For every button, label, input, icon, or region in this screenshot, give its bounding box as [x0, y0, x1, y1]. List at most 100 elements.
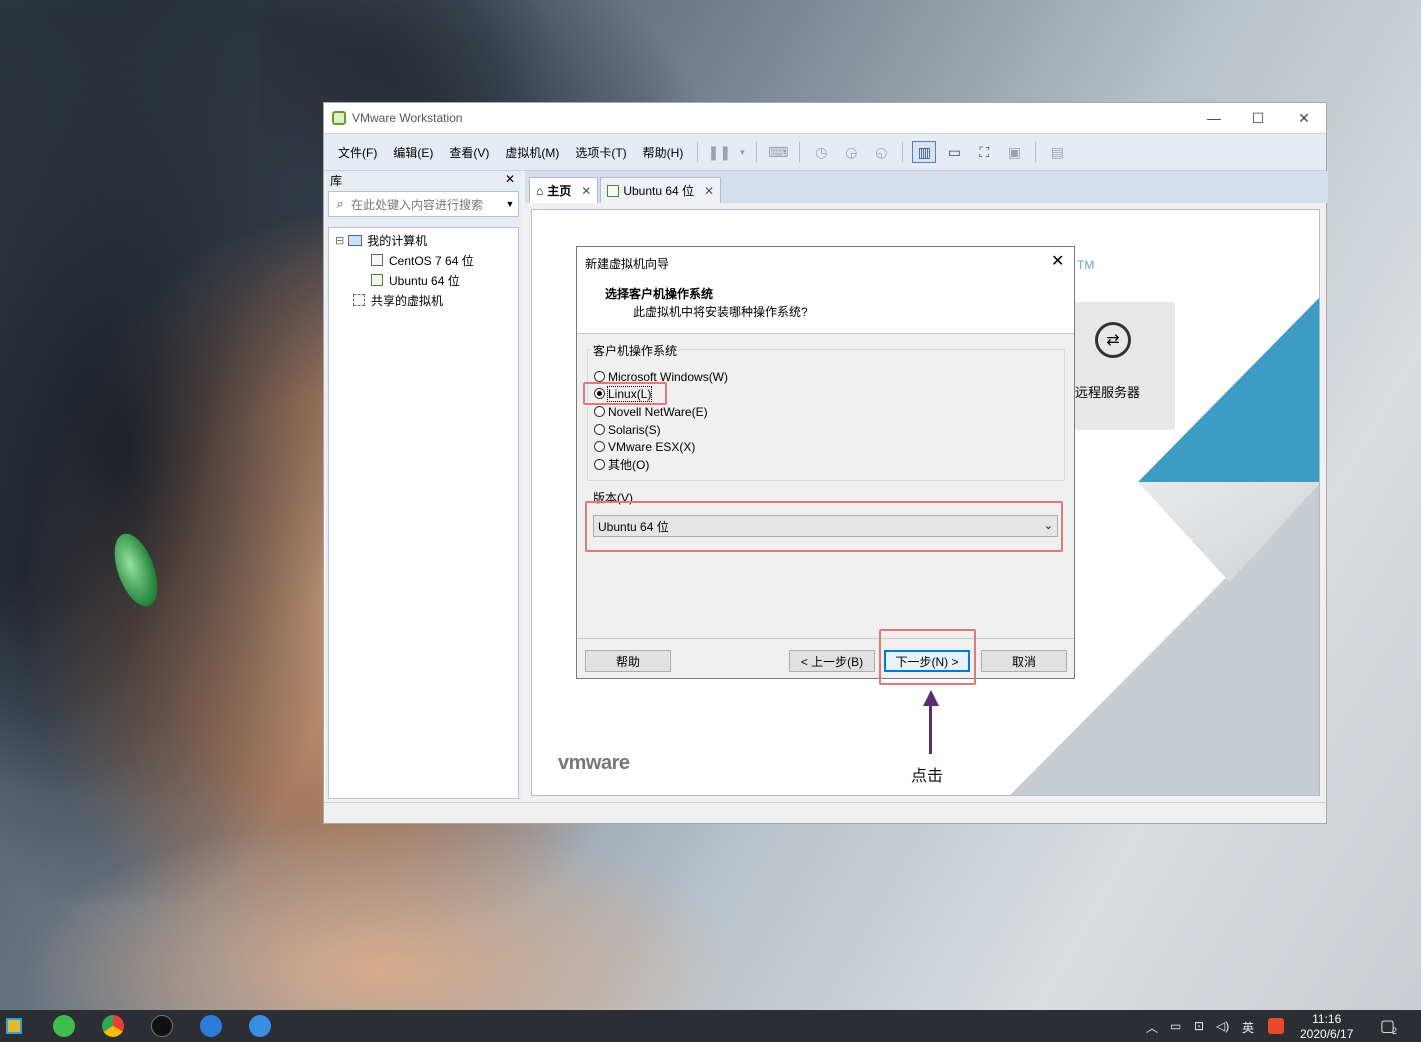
wizard-header: 新建虚拟机向导 ✕ 选择客户机操作系统 此虚拟机中将安装哪种操作系统? — [577, 247, 1074, 334]
close-button[interactable]: ✕ — [1282, 103, 1326, 133]
radio-esx[interactable]: VMware ESX(X) — [594, 438, 695, 455]
search-icon: ⌕ — [336, 196, 344, 211]
tree-item-my-computer[interactable]: ⊟ 我的计算机 — [329, 230, 518, 250]
highlight-version — [585, 501, 1063, 552]
computer-icon — [348, 234, 363, 246]
cancel-button[interactable]: 取消 — [981, 650, 1067, 672]
tab-close-icon[interactable]: ✕ — [581, 184, 591, 198]
pause-icon[interactable]: ❚❚ — [707, 141, 731, 163]
radio-label: VMware ESX(X) — [608, 439, 696, 454]
tab-home[interactable]: ⌂ 主页 ✕ — [529, 177, 599, 203]
vm-icon — [371, 254, 383, 266]
radio-solaris[interactable]: Solaris(S) — [594, 421, 661, 438]
feishu-icon[interactable] — [249, 1015, 271, 1037]
highlight-linux — [583, 382, 667, 405]
trademark: TM — [1077, 258, 1095, 272]
tab-close-icon[interactable]: ✕ — [704, 184, 714, 198]
library-header: 库 ✕ — [326, 171, 521, 189]
library-close-icon[interactable]: ✕ — [505, 172, 515, 186]
send-keys-icon[interactable]: ⌨ — [766, 141, 790, 163]
menu-help[interactable]: 帮助(H) — [635, 144, 692, 161]
menu-vm[interactable]: 虚拟机(M) — [497, 144, 567, 161]
collapse-icon[interactable]: ⊟ — [335, 234, 344, 247]
tree-item-ubuntu[interactable]: Ubuntu 64 位 — [329, 270, 518, 290]
minimize-button[interactable]: — — [1192, 103, 1236, 133]
tab-label: 主页 — [547, 184, 572, 198]
network-icon[interactable]: ⊡ — [1194, 1019, 1204, 1033]
wallpaper-shoulder — [0, 820, 1000, 1020]
vmware-logo: vmware — [558, 752, 630, 774]
wechat-icon[interactable] — [53, 1015, 75, 1037]
radio-button[interactable] — [594, 406, 605, 417]
toolbar-separator — [756, 142, 758, 162]
tree-item-shared[interactable]: 共享的虚拟机 — [329, 290, 518, 310]
library-search[interactable]: ⌕ 在此处键入内容进行搜索 ▼ — [328, 191, 519, 217]
window-title: VMware Workstation — [352, 111, 463, 125]
toolbar-separator — [799, 142, 801, 162]
menu-tabs[interactable]: 选项卡(T) — [567, 144, 634, 161]
taskbar: ︿ ▭ ⊡ ◁) 英 11:16 2020/6/17 ▢ 2 — [0, 1010, 1421, 1042]
remote-server-label: 远程服务器 — [1075, 385, 1141, 400]
toolbar-separator — [902, 142, 904, 162]
radio-netware[interactable]: Novell NetWare(E) — [594, 403, 708, 420]
start-icon[interactable] — [6, 1018, 22, 1034]
volume-icon[interactable]: ◁) — [1216, 1019, 1229, 1033]
clock[interactable]: 11:16 2020/6/17 — [1300, 1012, 1353, 1042]
radio-button[interactable] — [594, 459, 605, 470]
home-icon: ⌂ — [536, 183, 544, 198]
library-tree: ⊟ 我的计算机 CentOS 7 64 位 Ubuntu 64 位 共享的虚拟机 — [328, 227, 519, 799]
toolbar-separator — [697, 142, 699, 162]
radio-label: 其他(O) — [608, 458, 650, 472]
maximize-button[interactable]: ☐ — [1236, 103, 1280, 133]
remote-server-icon: ⇄ — [1095, 322, 1131, 358]
wizard-button-bar: 帮助 < 上一步(B) 下一步(N) > 取消 — [577, 638, 1074, 679]
wizard-subheading: 此虚拟机中将安装哪种操作系统? — [633, 305, 808, 319]
tree-label: 我的计算机 — [367, 233, 428, 248]
arrow-shaft — [929, 704, 932, 754]
radio-label: Novell NetWare(E) — [608, 404, 708, 419]
console-view-icon[interactable]: ▤ — [1045, 141, 1069, 163]
guest-os-group-label: 客户机操作系统 — [591, 342, 680, 359]
battery-icon[interactable]: ▭ — [1170, 1019, 1181, 1033]
radio-button[interactable] — [594, 441, 605, 452]
chevron-up-icon[interactable]: ︿ — [1146, 1019, 1158, 1036]
search-dropdown-icon[interactable]: ▼ — [502, 199, 518, 209]
wizard-heading: 选择客户机操作系统 — [605, 287, 714, 301]
tree-item-centos[interactable]: CentOS 7 64 位 — [329, 250, 518, 270]
snapshot-manager-icon[interactable]: ◵ — [869, 141, 893, 163]
back-button[interactable]: < 上一步(B) — [789, 650, 875, 672]
help-button[interactable]: 帮助 — [585, 650, 671, 672]
wizard-close-icon[interactable]: ✕ — [1051, 251, 1064, 271]
chrome-icon[interactable] — [102, 1015, 124, 1037]
pause-dropdown-icon[interactable]: ▼ — [737, 141, 747, 163]
status-bar — [324, 802, 1326, 823]
radio-other[interactable]: 其他(O) — [594, 456, 649, 473]
menu-edit[interactable]: 编辑(E) — [385, 144, 441, 161]
show-library-icon[interactable]: ▥ — [912, 141, 937, 163]
revert-snapshot-icon[interactable]: ◶ — [839, 141, 863, 163]
sogou-browser-icon[interactable] — [200, 1015, 222, 1037]
highlight-next — [879, 629, 976, 685]
vm-running-icon — [607, 184, 620, 197]
thumbnail-bar-icon[interactable]: ▭ — [942, 141, 966, 163]
title-bar: VMware Workstation — ☐ ✕ — [324, 103, 1326, 133]
radio-button[interactable] — [594, 371, 605, 382]
library-title: 库 — [330, 173, 343, 188]
app-icon[interactable] — [151, 1015, 173, 1037]
sogou-input-icon[interactable] — [1268, 1018, 1284, 1034]
menu-view[interactable]: 查看(V) — [441, 144, 497, 161]
unity-icon[interactable]: ▣ — [1002, 141, 1026, 163]
radio-button[interactable] — [594, 424, 605, 435]
click-annotation: 点击 — [911, 768, 944, 785]
tab-ubuntu[interactable]: Ubuntu 64 位 ✕ — [600, 177, 722, 203]
decor-triangle-blue — [1138, 296, 1319, 482]
vm-running-icon — [371, 274, 383, 286]
search-input[interactable]: 在此处键入内容进行搜索 — [351, 196, 502, 213]
snapshot-icon[interactable]: ◷ — [809, 141, 833, 163]
new-vm-wizard-dialog: 新建虚拟机向导 ✕ 选择客户机操作系统 此虚拟机中将安装哪种操作系统? 客户机操… — [576, 246, 1075, 679]
full-screen-icon[interactable]: ⛶ — [972, 141, 996, 163]
tab-label: Ubuntu 64 位 — [623, 184, 695, 198]
shared-vms-icon — [353, 294, 365, 306]
ime-indicator[interactable]: 英 — [1242, 1019, 1254, 1036]
menu-file[interactable]: 文件(F) — [330, 144, 385, 161]
